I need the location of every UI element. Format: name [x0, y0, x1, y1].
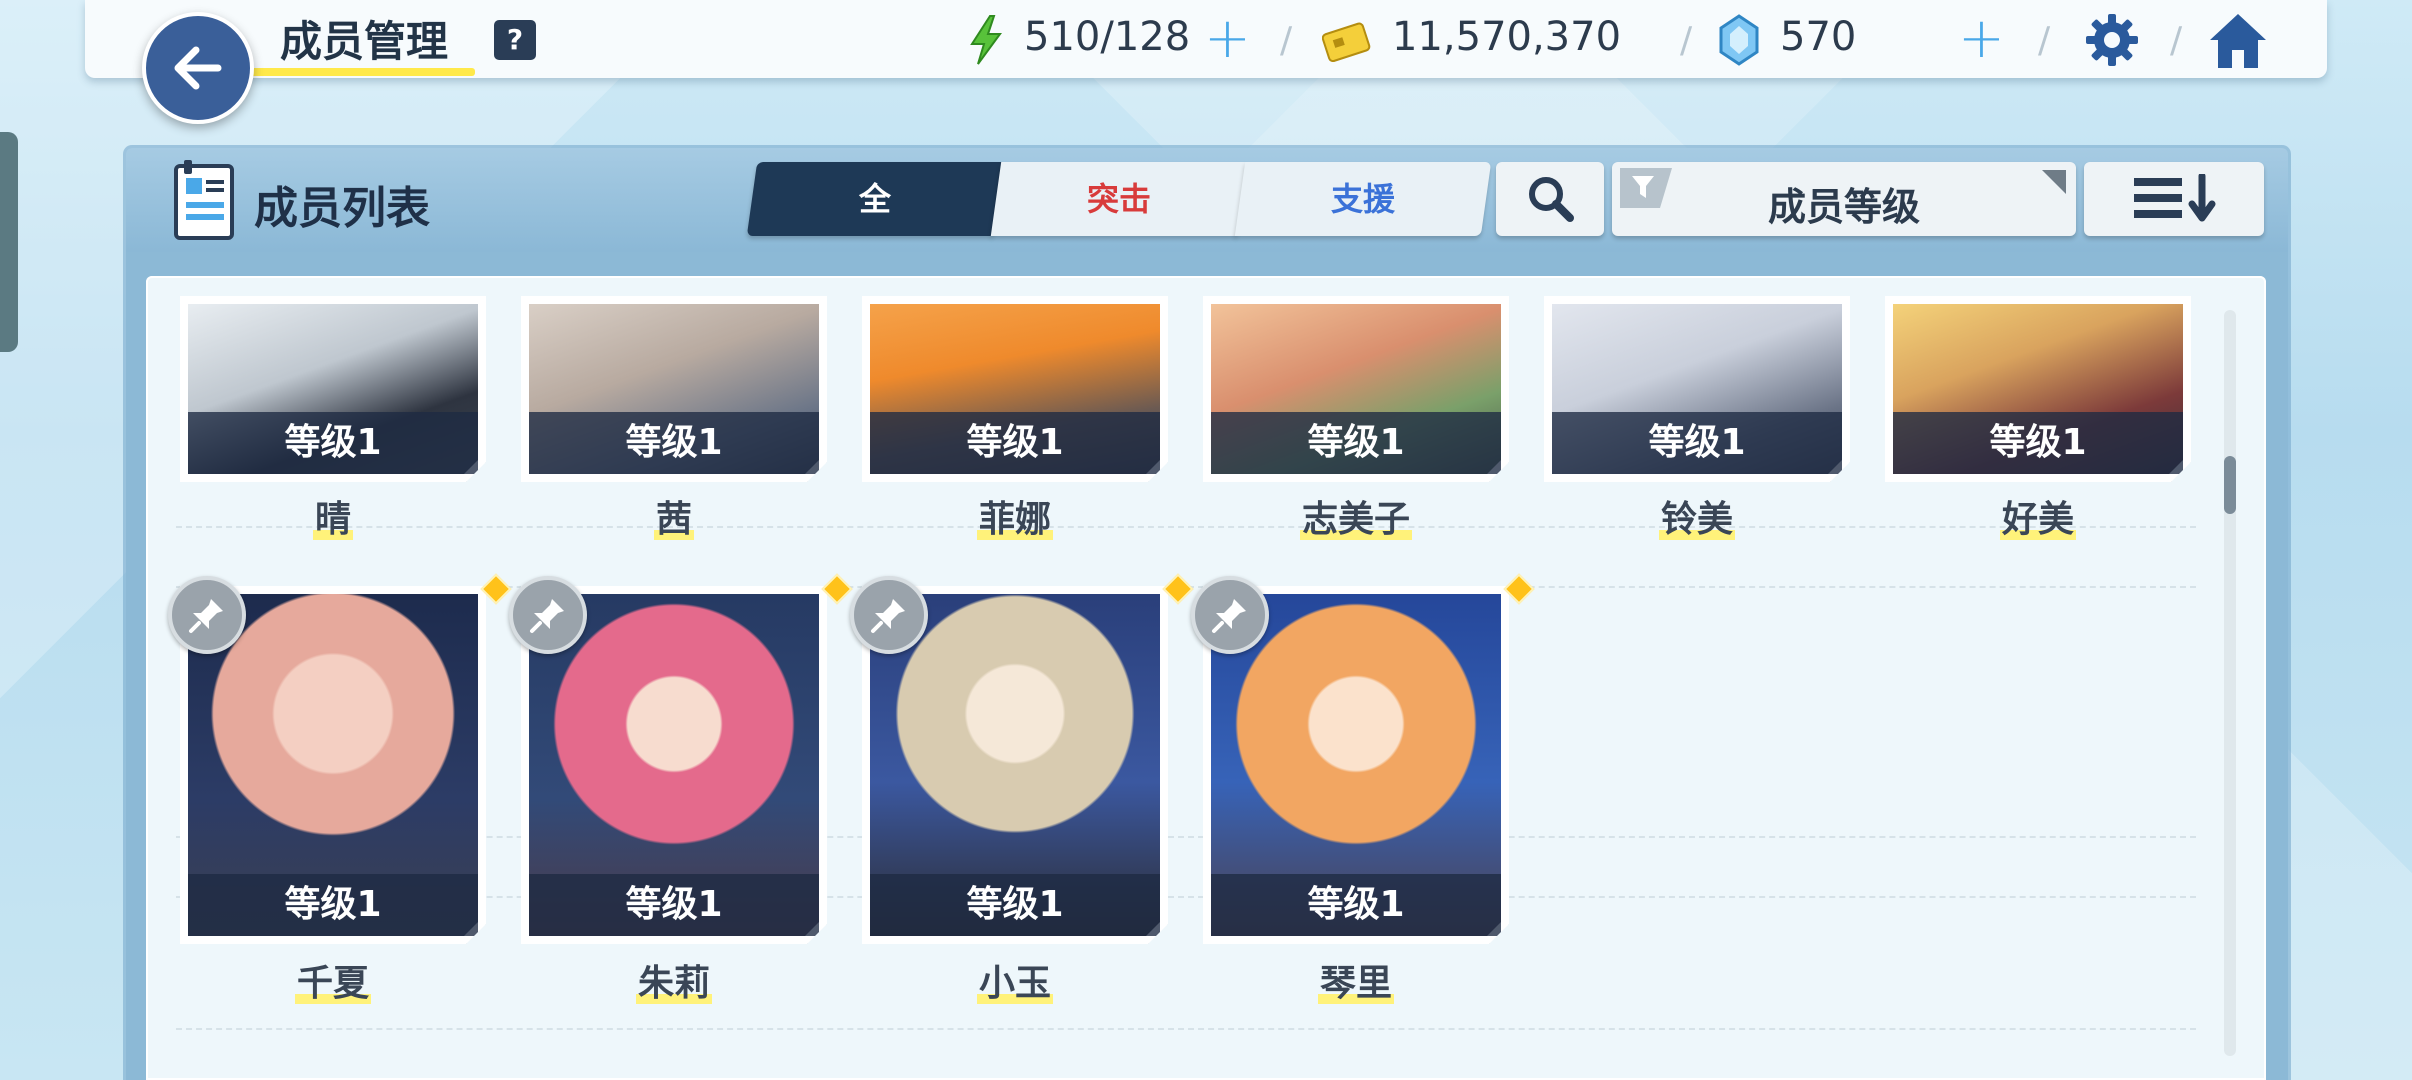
member-name-text: 铃美	[1658, 499, 1735, 540]
tab-support[interactable]: 支援	[1234, 162, 1492, 236]
member-name-text: 晴	[312, 499, 353, 540]
sort-button[interactable]	[2084, 162, 2264, 236]
scrollbar[interactable]	[2224, 310, 2236, 1056]
tab-all-label: 全	[858, 180, 891, 218]
member-name: 晴	[180, 490, 486, 542]
pin-button[interactable]	[509, 576, 587, 654]
pin-button[interactable]	[168, 576, 246, 654]
member-level: 等级1	[188, 412, 478, 474]
member-level: 等级1	[529, 874, 819, 936]
dropdown-corner-icon	[2042, 170, 2066, 194]
member-name: 小玉	[862, 954, 1168, 1006]
member-name-text: 朱莉	[635, 963, 712, 1004]
member-name-text: 好美	[1999, 499, 2076, 540]
member-name-text: 茜	[653, 499, 694, 540]
member-list-icon	[174, 160, 234, 240]
tab-attack-label: 突击	[1086, 180, 1151, 218]
settings-gear-icon[interactable]	[2082, 10, 2142, 70]
member-name: 琴里	[1203, 954, 1509, 1006]
pin-icon	[1212, 599, 1246, 633]
member-name: 千夏	[180, 954, 486, 1006]
page-title: 成员管理	[280, 17, 449, 66]
member-level: 等级1	[188, 874, 478, 936]
help-button[interactable]: ?	[494, 20, 536, 60]
filter-dropdown[interactable]: 成员等级	[1612, 162, 2076, 236]
member-name: 菲娜	[862, 490, 1168, 542]
member-card[interactable]: 等级1	[1203, 296, 1509, 482]
ap-add-button[interactable]: +	[1204, 11, 1251, 67]
member-name: 茜	[521, 490, 827, 542]
member-name: 好美	[1885, 490, 2191, 542]
member-card[interactable]: 等级1	[1544, 296, 1850, 482]
side-drawer-handle[interactable]	[0, 132, 18, 352]
tab-support-label: 支援	[1330, 180, 1395, 218]
member-name: 铃美	[1544, 490, 1850, 542]
tab-all[interactable]: 全	[746, 162, 1004, 236]
sort-desc-icon	[2134, 174, 2216, 222]
divider: /	[1680, 20, 1693, 61]
divider: /	[2038, 20, 2051, 61]
gems-value: 570	[1780, 14, 1857, 60]
gems-add-button[interactable]: +	[1958, 11, 2005, 67]
search-icon	[1529, 177, 1574, 222]
member-name-text: 千夏	[294, 963, 371, 1004]
credit-card-icon	[1322, 22, 1371, 62]
member-level: 等级1	[1552, 412, 1842, 474]
filter-label: 成员等级	[1767, 185, 1920, 229]
member-level: 等级1	[1211, 874, 1501, 936]
member-name: 志美子	[1203, 490, 1509, 542]
member-level: 等级1	[870, 874, 1160, 936]
member-name-text: 琴里	[1317, 963, 1394, 1004]
member-name-text: 志美子	[1299, 499, 1412, 540]
member-list-title: 成员列表	[254, 183, 430, 234]
member-name-text: 菲娜	[976, 499, 1053, 540]
member-name-text: 小玉	[976, 963, 1053, 1004]
gem-icon	[1719, 14, 1759, 66]
member-card[interactable]: 等级1	[521, 296, 827, 482]
scrollbar-thumb[interactable]	[2224, 456, 2236, 514]
pin-button[interactable]	[1191, 576, 1269, 654]
title-underline	[245, 68, 475, 76]
member-card[interactable]: 等级1	[862, 296, 1168, 482]
divider: /	[1280, 20, 1293, 61]
ap-lightning-icon	[970, 15, 1002, 65]
member-level: 等级1	[1893, 412, 2183, 474]
back-arrow-icon	[174, 46, 222, 90]
pin-icon	[871, 599, 905, 633]
home-icon[interactable]	[2206, 8, 2270, 72]
ap-value: 510/128	[1024, 14, 1191, 60]
divider: /	[2170, 20, 2183, 61]
row-divider	[176, 1028, 2196, 1030]
back-button[interactable]	[142, 12, 254, 124]
tab-attack[interactable]: 突击	[990, 162, 1248, 236]
member-level: 等级1	[529, 412, 819, 474]
pin-icon	[530, 599, 564, 633]
member-card[interactable]: 等级1	[180, 296, 486, 482]
search-button[interactable]	[1496, 162, 1604, 236]
member-level: 等级1	[870, 412, 1160, 474]
pin-button[interactable]	[850, 576, 928, 654]
member-level: 等级1	[1211, 412, 1501, 474]
member-name: 朱莉	[521, 954, 827, 1006]
member-card[interactable]: 等级1	[1885, 296, 2191, 482]
pin-icon	[189, 599, 223, 633]
credits-value: 11,570,370	[1392, 14, 1622, 60]
